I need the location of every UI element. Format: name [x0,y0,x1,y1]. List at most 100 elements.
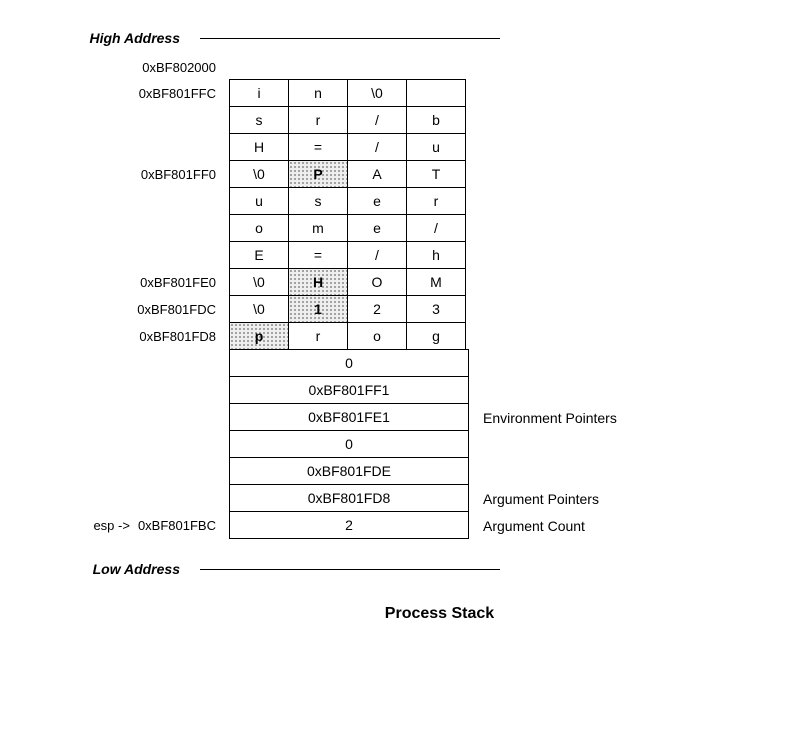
byte-cell: H [288,268,348,296]
byte-cell: e [347,214,407,242]
byte-cells: prog [230,323,466,350]
byte-row: 0xBF801FE0\0HOM [40,269,749,296]
byte-cell: H [229,133,289,161]
address-value: 0xBF801FBC [138,518,216,533]
row-description: Argument Pointers [469,485,599,512]
address-label: 0xBF801FFC [40,80,230,107]
byte-cell: 1 [288,295,348,323]
divider-line [200,569,500,570]
byte-cell: r [406,187,466,215]
byte-row: user [40,188,749,215]
byte-cell: s [229,106,289,134]
address-label [40,350,230,377]
word-row: 0xBF801FDE [40,458,749,485]
word-cell: 0xBF801FDE [229,457,469,485]
byte-cell: \0 [229,295,289,323]
byte-cell: h [406,241,466,269]
byte-cells: ome/ [230,215,466,242]
byte-cell: / [347,133,407,161]
byte-cells: sr/b [230,107,466,134]
row-description: Argument Count [469,512,585,539]
byte-cell: r [288,106,348,134]
byte-cell: g [406,322,466,350]
word-cell: 0 [229,349,469,377]
byte-cell: 3 [406,295,466,323]
byte-row: 0xBF801FDC\0123 [40,296,749,323]
byte-cell: b [406,106,466,134]
address-label: 0xBF801FE0 [40,269,230,296]
address-label [40,458,230,485]
byte-row: E=/h [40,242,749,269]
word-row: 0xBF801FE1Environment Pointers [40,404,749,431]
byte-cell: P [288,160,348,188]
row-description [469,431,483,458]
divider-line [200,38,500,39]
byte-cell: E [229,241,289,269]
byte-row: 0xBF801FFCin\0 [40,80,749,107]
byte-cells: in\0 [230,80,466,107]
word-row: 0xBF801FF1 [40,377,749,404]
high-address-label: High Address [40,30,180,46]
byte-cell: / [347,241,407,269]
byte-cell: u [229,187,289,215]
high-address-header: High Address [40,30,749,46]
byte-cell: o [229,214,289,242]
byte-cells: user [230,188,466,215]
esp-pointer: esp -> [93,518,130,533]
address-label [40,404,230,431]
byte-cells: \0PAT [230,161,466,188]
word-cell: 0xBF801FF1 [229,376,469,404]
byte-row: 0xBF801FF0\0PAT [40,161,749,188]
row-description [469,458,483,485]
byte-cell: m [288,214,348,242]
word-row: 0 [40,431,749,458]
address-label [40,134,230,161]
byte-cell: u [406,133,466,161]
byte-cell [406,79,466,107]
address-label [40,377,230,404]
address-label [40,485,230,512]
address-label [40,431,230,458]
byte-row: sr/b [40,107,749,134]
byte-cell: s [288,187,348,215]
word-cell: 0 [229,430,469,458]
byte-cell: o [347,322,407,350]
byte-cell: / [347,106,407,134]
word-cell: 0xBF801FE1 [229,403,469,431]
byte-cell: = [288,241,348,269]
byte-cell: \0 [347,79,407,107]
byte-row: H=/u [40,134,749,161]
address-label [40,188,230,215]
diagram-title: Process Stack [130,605,749,623]
byte-cell: / [406,214,466,242]
byte-cell: \0 [229,268,289,296]
low-address-label: Low Address [40,561,180,577]
byte-cell: r [288,322,348,350]
byte-cell: M [406,268,466,296]
address-label: 0xBF801FDC [40,296,230,323]
row-description: Environment Pointers [469,404,617,431]
stack-diagram: High Address 0xBF802000 0xBF801FFCin\0sr… [40,30,749,623]
byte-cell: n [288,79,348,107]
word-cell: 0xBF801FD8 [229,484,469,512]
address-label [40,107,230,134]
address-label: 0xBF801FD8 [40,323,230,350]
word-cell: 2 [229,511,469,539]
low-address-footer: Low Address [40,561,749,577]
byte-cell: i [229,79,289,107]
byte-cells: \0123 [230,296,466,323]
byte-cell: \0 [229,160,289,188]
byte-cell: = [288,133,348,161]
row-description [469,377,483,404]
byte-cell: p [229,322,289,350]
address-label [40,215,230,242]
row-description [469,350,483,377]
address-label: 0xBF801FF0 [40,161,230,188]
byte-cell: T [406,160,466,188]
address-label: 0xBF802000 [40,54,230,80]
word-row: 0 [40,350,749,377]
byte-cells: H=/u [230,134,466,161]
byte-cell: A [347,160,407,188]
byte-cell: e [347,187,407,215]
address-label [40,242,230,269]
